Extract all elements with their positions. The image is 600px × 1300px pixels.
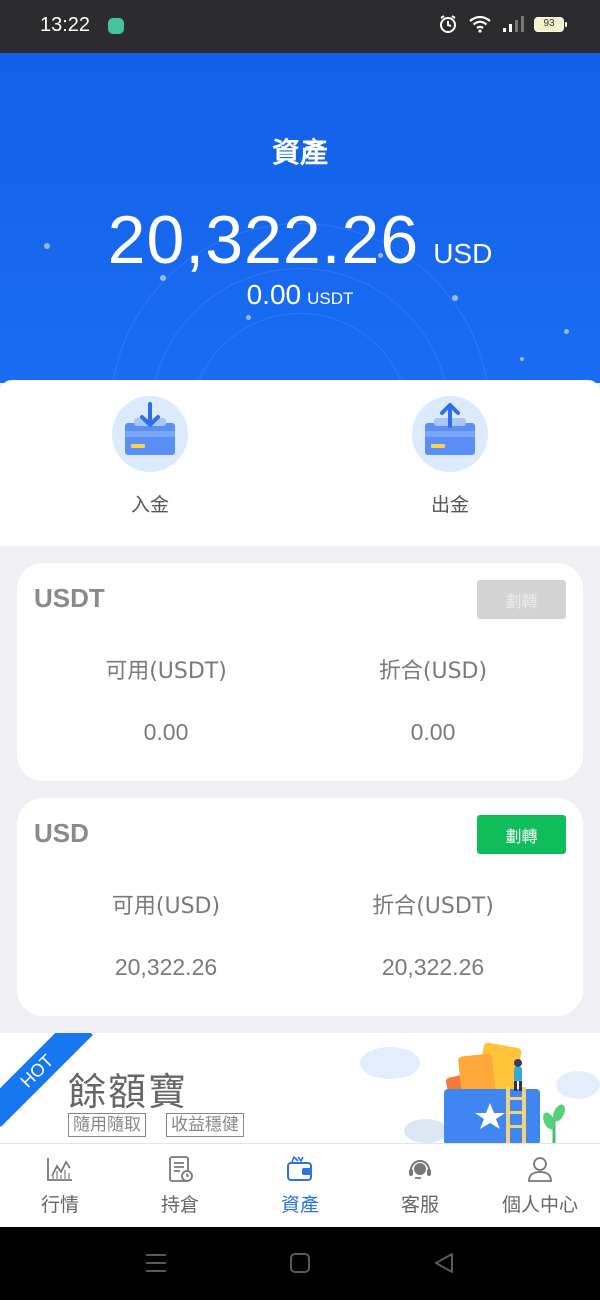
back-icon[interactable] [432,1251,456,1275]
available-label: 可用(USD) [111,894,221,919]
home-icon[interactable] [288,1251,312,1275]
secondary-amount: 0.00 [246,279,302,310]
status-time: 13:22 [40,14,91,36]
secondary-unit: USDT [307,289,354,308]
bottom-nav: 行情 持倉 資產 客服 個人中心 [0,1143,600,1227]
nav-label: 資產 [280,1194,319,1216]
document-icon [169,1156,193,1182]
account-currency: USD [34,818,89,848]
app-notification-icon [108,18,124,34]
wifi-icon [469,15,491,33]
transfer-button[interactable]: 劃轉 [477,580,566,619]
withdraw-icon [412,396,488,472]
withdraw-label: 出金 [430,494,469,516]
nav-label: 行情 [40,1194,79,1216]
balance-treasure-banner[interactable]: HOT 餘額寶 隨用隨取 收益穩健 [0,1033,600,1145]
user-icon [528,1157,552,1182]
total-balance: 20,322.26 USD [0,201,600,279]
equivalent-label: 折合(USDT) [372,894,494,919]
total-amount: 20,322.26 [107,202,420,278]
usdt-account-card: USDT 劃轉 可用(USDT) 折合(USD) 0.00 0.00 [17,563,583,781]
status-bar: 13:22 93 [0,0,600,53]
headset-icon [409,1160,431,1179]
total-unit: USD [433,238,493,269]
page-title: 資產 [271,136,328,169]
decor-dot [520,357,524,361]
chart-icon [47,1158,72,1181]
signal-icon [503,16,524,32]
nav-item-support[interactable]: 客服 [360,1144,480,1227]
battery-level: 93 [543,17,555,29]
promo-tags: 隨用隨取 收益穩健 [68,1113,244,1137]
promo-tag: 收益穩健 [166,1113,244,1137]
deposit-button[interactable]: 入金 [90,396,210,517]
available-label: 可用(USDT) [105,659,227,684]
decor-dot [246,315,251,320]
nav-label: 個人中心 [501,1194,578,1216]
status-icons: 93 [438,14,567,34]
equivalent-value: 0.00 [410,719,456,745]
nav-label: 持倉 [160,1194,199,1216]
promo-tag: 隨用隨取 [68,1113,146,1137]
decor-dot [564,329,569,334]
nav-label: 客服 [400,1194,439,1216]
equivalent-label: 折合(USD) [378,659,488,684]
promo-title: 餘額寶 [68,1070,189,1114]
nav-item-assets[interactable]: 資產 [240,1144,360,1227]
usd-account-card: USD 劃轉 可用(USD) 折合(USDT) 20,322.26 20,322… [17,798,583,1016]
nav-item-positions[interactable]: 持倉 [120,1144,240,1227]
battery-icon: 93 [534,16,567,32]
promo-illustration [360,1042,600,1145]
equivalent-value: 20,322.26 [381,954,485,980]
deposit-icon [112,396,188,472]
system-nav-bar [0,1227,600,1300]
nav-item-profile[interactable]: 個人中心 [480,1144,600,1227]
wallet-icon [287,1155,312,1181]
nav-item-market[interactable]: 行情 [0,1144,120,1227]
alarm-icon [440,15,456,33]
deposit-label: 入金 [130,494,169,516]
available-value: 0.00 [143,719,189,745]
account-currency: USDT [34,583,105,613]
action-panel: 入金 出金 [0,380,600,546]
transfer-button[interactable]: 劃轉 [477,815,566,854]
secondary-balance: 0.00 USDT [0,279,600,311]
available-value: 20,322.26 [114,954,218,980]
withdraw-button[interactable]: 出金 [390,396,510,517]
asset-header: 資產 20,322.26 USD 0.00 USDT [0,53,600,383]
menu-icon[interactable] [144,1252,168,1274]
